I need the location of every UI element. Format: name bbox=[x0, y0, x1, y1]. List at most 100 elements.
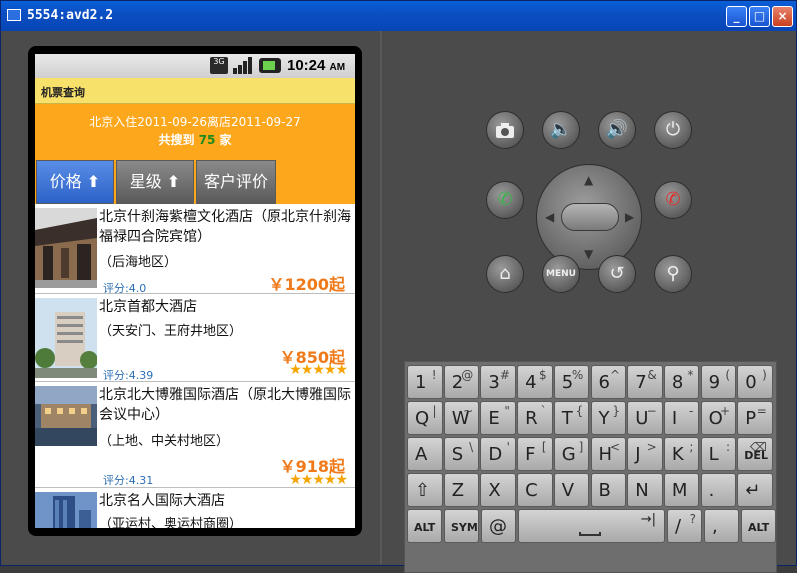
maximize-button[interactable]: □ bbox=[749, 6, 770, 27]
key-3-1[interactable]: Z bbox=[443, 473, 480, 507]
key-2-9[interactable]: DEL ⌫ bbox=[737, 437, 773, 471]
status-bar[interactable]: 3G 10:24 AM bbox=[35, 54, 355, 78]
slash-key[interactable]: /? bbox=[667, 509, 702, 543]
dpad-up-icon[interactable]: ▲ bbox=[584, 173, 593, 187]
call-button[interactable]: ✆ bbox=[486, 181, 524, 219]
key-1-3[interactable]: R ` bbox=[517, 401, 553, 435]
emulator-body: 3G 10:24 AM 机票查询 北京入住2011-09-26离店2011-09… bbox=[4, 31, 794, 573]
key-3-9[interactable]: ↵ bbox=[737, 473, 773, 507]
device-screen[interactable]: 3G 10:24 AM 机票查询 北京入住2011-09-26离店2011-09… bbox=[35, 54, 355, 528]
key-0-7[interactable]: 8 * bbox=[663, 365, 700, 399]
dpad[interactable]: ▲ ▼ ◀ ▶ bbox=[536, 164, 642, 270]
close-button[interactable]: × bbox=[772, 6, 793, 27]
search-button[interactable]: ⚲ bbox=[654, 255, 692, 293]
page-title: 机票查询 bbox=[41, 86, 85, 99]
key-2-7[interactable]: K; bbox=[663, 437, 700, 471]
end-call-button[interactable]: ✆ bbox=[654, 181, 692, 219]
key-0-0[interactable]: 1! bbox=[407, 365, 443, 399]
key-label: Q bbox=[415, 408, 430, 429]
key-label: 7 bbox=[635, 372, 647, 393]
key-1-8[interactable]: O + bbox=[700, 401, 737, 435]
key-2-5[interactable]: H < bbox=[590, 437, 626, 471]
dpad-right-icon[interactable]: ▶ bbox=[625, 210, 634, 224]
search-summary: 北京入住2011-09-26离店2011-09-27 共搜到 75 家 bbox=[35, 104, 355, 160]
key-1-1[interactable]: W ~ bbox=[443, 401, 480, 435]
key-1-5[interactable]: Y} bbox=[590, 401, 626, 435]
key-label: Z bbox=[451, 480, 465, 501]
alt-key[interactable]: ALT bbox=[407, 509, 442, 543]
key-3-7[interactable]: M bbox=[663, 473, 700, 507]
key-2-8[interactable]: L: bbox=[700, 437, 737, 471]
key-1-6[interactable]: U − bbox=[627, 401, 663, 435]
key-3-2[interactable]: X bbox=[480, 473, 516, 507]
key-2-4[interactable]: G] bbox=[553, 437, 590, 471]
key-label: M bbox=[671, 480, 688, 501]
menu-button[interactable]: MENU bbox=[542, 255, 580, 293]
home-icon: ⌂ bbox=[499, 263, 511, 284]
list-item[interactable]: 北京名人国际大酒店 （亚运村、奥运村商圈） bbox=[35, 488, 355, 528]
list-item[interactable]: 北京首都大酒店 （天安门、王府井地区） ￥850起 ★★★★★ 评分:4.39 bbox=[35, 294, 355, 382]
key-alt-label: { bbox=[575, 404, 584, 418]
home-button[interactable]: ⌂ bbox=[486, 255, 524, 293]
key-label: V bbox=[561, 480, 575, 501]
key-3-6[interactable]: N bbox=[627, 473, 663, 507]
comma-key[interactable]: , bbox=[704, 509, 739, 543]
key-0-1[interactable]: 2 @ bbox=[443, 365, 480, 399]
key-0-4[interactable]: 5% bbox=[553, 365, 590, 399]
key-0-3[interactable]: 4 $ bbox=[517, 365, 553, 399]
key-2-0[interactable]: A bbox=[407, 437, 443, 471]
key-1-7[interactable]: I- bbox=[663, 401, 700, 435]
alt-right-key[interactable]: ALT bbox=[741, 509, 776, 543]
clock: 10:24 AM bbox=[287, 57, 346, 74]
camera-button[interactable] bbox=[486, 111, 524, 149]
key-0-8[interactable]: 9( bbox=[700, 365, 737, 399]
hotel-name: 北京首都大酒店 bbox=[99, 299, 197, 315]
sort-review-button[interactable]: 客户评价 bbox=[196, 160, 276, 204]
key-0-6[interactable]: 7 & bbox=[627, 365, 663, 399]
emulator-window: 5554:avd2.2 _ □ × 3G 10:24 AM 机票查询 北京入住2… bbox=[0, 0, 797, 573]
sym-key[interactable]: SYM bbox=[444, 509, 479, 543]
key-1-2[interactable]: E " bbox=[480, 401, 516, 435]
key-0-9[interactable]: 0) bbox=[737, 365, 773, 399]
sort-star-button[interactable]: 星级 ⬆ bbox=[116, 160, 194, 204]
key-3-5[interactable]: B bbox=[590, 473, 626, 507]
power-button[interactable]: ⏻ bbox=[654, 111, 692, 149]
key-label: →| bbox=[640, 512, 656, 527]
key-3-0[interactable]: ⇧ bbox=[407, 473, 443, 507]
sort-price-button[interactable]: 价格 ⬆ bbox=[36, 160, 114, 204]
key-label: P bbox=[745, 408, 757, 429]
hotel-name: 北京北大博雅国际酒店（原北大博雅国际会议中心） bbox=[99, 387, 351, 423]
hotel-list[interactable]: 北京什刹海紫檀文化酒店（原北京什刹海福禄四合院宾馆） （后海地区） 评分:4.0… bbox=[35, 204, 355, 528]
key-1-4[interactable]: T{ bbox=[553, 401, 590, 435]
key-2-3[interactable]: F[ bbox=[517, 437, 553, 471]
key-label: X bbox=[488, 480, 501, 501]
key-0-2[interactable]: 3 # bbox=[480, 365, 516, 399]
volume-down-button[interactable]: 🔈 bbox=[542, 111, 580, 149]
key-label: / bbox=[675, 516, 682, 537]
dpad-left-icon[interactable]: ◀ bbox=[545, 210, 554, 224]
back-button[interactable]: ↺ bbox=[598, 255, 636, 293]
dpad-down-icon[interactable]: ▼ bbox=[584, 247, 593, 261]
key-1-0[interactable]: Q | bbox=[407, 401, 443, 435]
key-3-8[interactable]: . bbox=[700, 473, 737, 507]
key-1-9[interactable]: P = bbox=[737, 401, 773, 435]
space-key[interactable]: →| bbox=[518, 509, 665, 543]
key-label: , bbox=[712, 516, 718, 537]
title-bar[interactable]: 5554:avd2.2 _ □ × bbox=[1, 1, 796, 31]
key-label: ⇧ bbox=[415, 480, 431, 501]
minimize-button[interactable]: _ bbox=[726, 6, 747, 27]
key-2-2[interactable]: D ' bbox=[480, 437, 516, 471]
hotel-score: 评分:4.39 bbox=[103, 369, 154, 382]
key-2-1[interactable]: S \ bbox=[443, 437, 480, 471]
list-item[interactable]: 北京北大博雅国际酒店（原北大博雅国际会议中心） （上地、中关村地区） ￥918起… bbox=[35, 382, 355, 488]
key-3-4[interactable]: V bbox=[553, 473, 590, 507]
list-item[interactable]: 北京什刹海紫檀文化酒店（原北京什刹海福禄四合院宾馆） （后海地区） 评分:4.0… bbox=[35, 204, 355, 295]
key-3-3[interactable]: C bbox=[517, 473, 553, 507]
key-0-5[interactable]: 6 ^ bbox=[590, 365, 626, 399]
dpad-center-button[interactable] bbox=[561, 203, 619, 231]
at-key[interactable]: @ bbox=[481, 509, 516, 543]
key-alt-label: ( bbox=[725, 368, 731, 382]
key-2-6[interactable]: J > bbox=[627, 437, 663, 471]
key-alt-label: ' bbox=[506, 440, 510, 454]
volume-up-button[interactable]: 🔊 bbox=[598, 111, 636, 149]
